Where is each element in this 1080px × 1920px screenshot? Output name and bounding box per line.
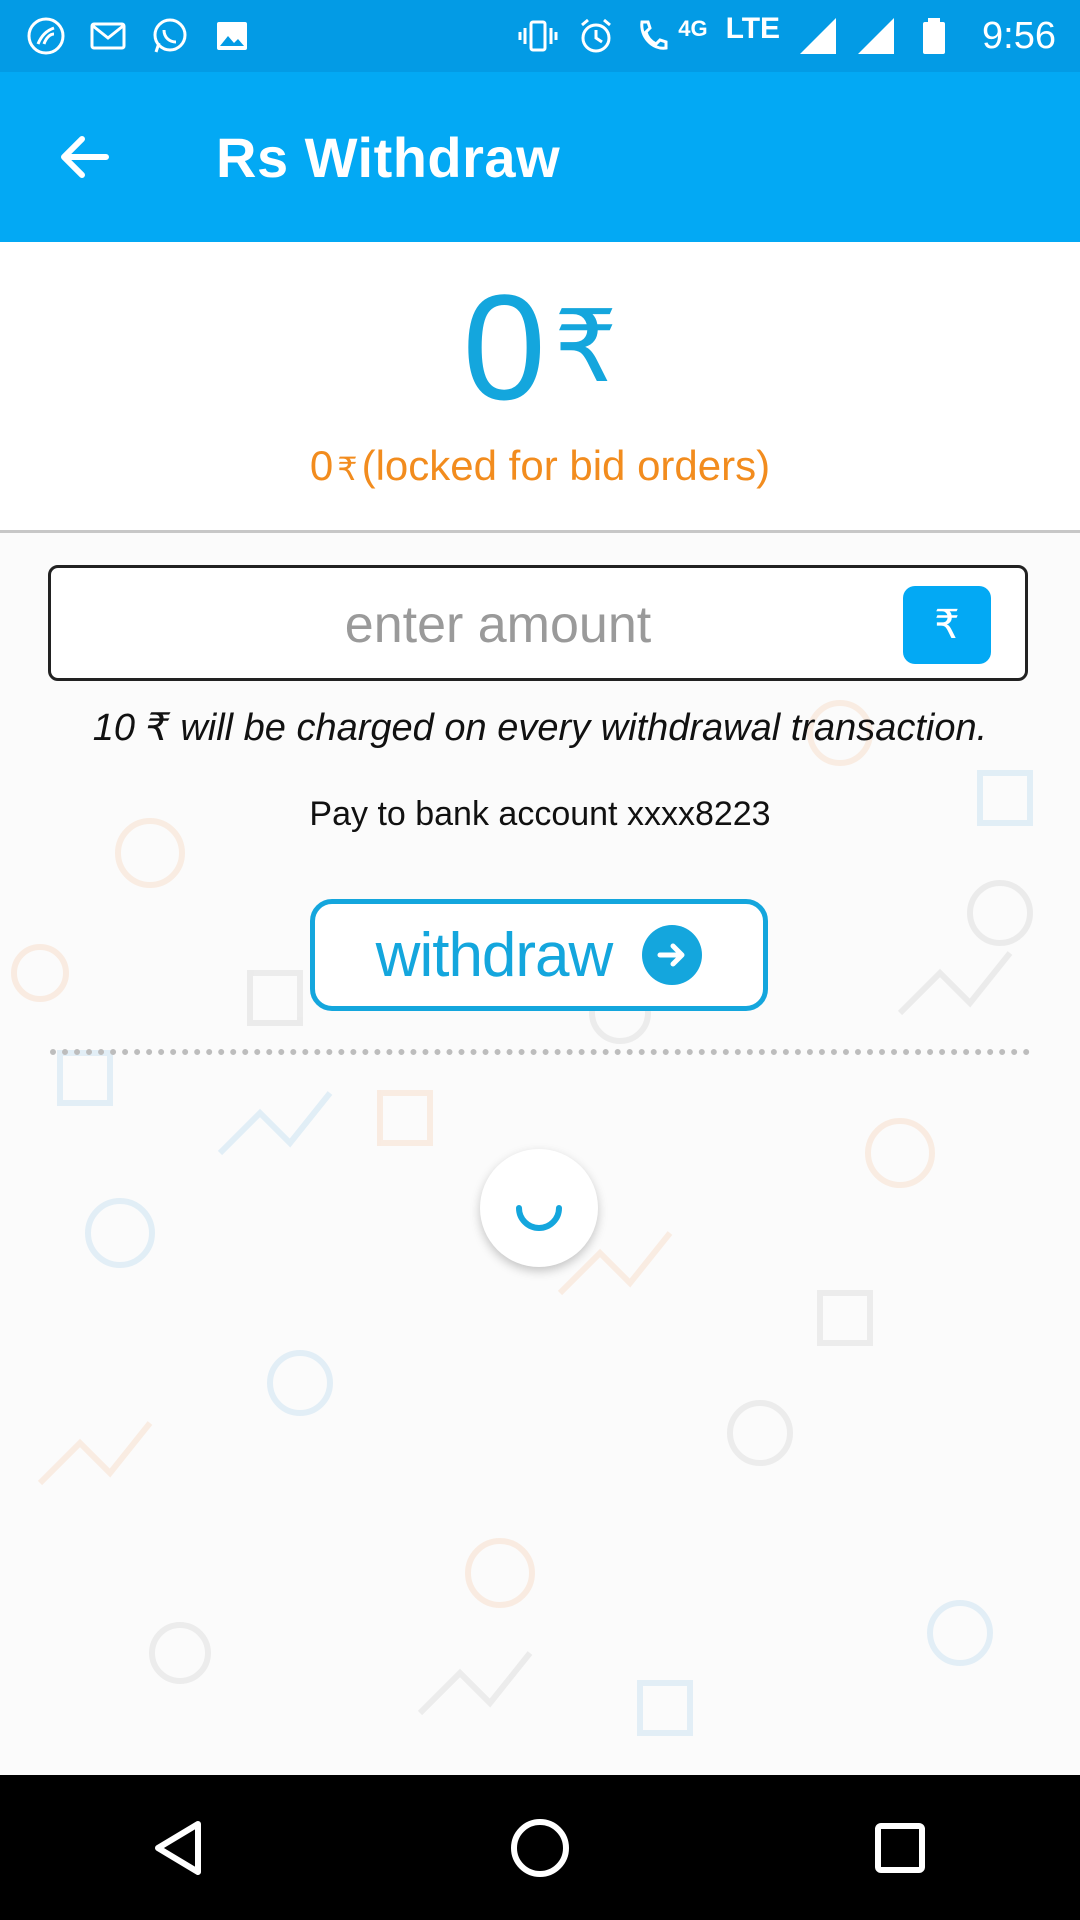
- bank-account-label: Pay to bank account xxxx8223: [309, 795, 771, 833]
- signal-icon: [798, 16, 838, 56]
- notification-icons: [26, 16, 252, 56]
- network-type-label: 4G: [678, 16, 708, 41]
- nav-home-icon: [511, 1818, 569, 1877]
- balance-header: 0₹ 0 ₹(locked for bid orders): [0, 242, 1080, 533]
- page-title: Rs Withdraw: [216, 125, 561, 189]
- status-bar: 4G LTE 9:56: [0, 0, 1080, 72]
- currency-button[interactable]: ₹: [903, 586, 991, 664]
- app-notification-icon: [26, 16, 66, 56]
- locked-balance: 0 ₹(locked for bid orders): [0, 442, 1080, 490]
- locked-amount: 0: [309, 442, 334, 489]
- whatsapp-icon: [150, 16, 190, 56]
- withdraw-button[interactable]: withdraw: [310, 899, 768, 1011]
- lte-label: LTE: [725, 12, 781, 45]
- nav-back-button[interactable]: [130, 1798, 230, 1898]
- arrow-back-icon: [61, 136, 109, 178]
- locked-currency-symbol: ₹: [337, 451, 358, 487]
- gmail-icon: [88, 16, 128, 56]
- loading-spinner: [480, 1149, 598, 1267]
- amount-input[interactable]: [71, 576, 925, 674]
- arrow-forward-icon: [642, 925, 703, 985]
- volte-call-icon: [634, 16, 674, 56]
- withdraw-form: ₹ 10 ₹ will be charged on every withdraw…: [0, 533, 1080, 1775]
- spinner-icon: [516, 1205, 562, 1231]
- back-button[interactable]: [44, 117, 124, 197]
- nav-back-icon: [155, 1820, 201, 1875]
- vibrate-icon: [518, 16, 558, 56]
- clock: 9:56: [982, 14, 1056, 57]
- system-icons: 4G LTE 9:56: [518, 12, 1056, 58]
- available-balance: 0₹: [0, 272, 1080, 422]
- locked-label: (locked for bid orders): [361, 442, 771, 489]
- signal-icon-2: [856, 16, 896, 56]
- balance-amount: 0: [462, 263, 546, 431]
- dotted-divider: [50, 1049, 1030, 1055]
- navigation-bar: [0, 1775, 1080, 1920]
- battery-icon: [914, 16, 954, 56]
- balance-currency-symbol: ₹: [553, 291, 618, 403]
- nav-recents-button[interactable]: [850, 1798, 950, 1898]
- nav-home-button[interactable]: [490, 1798, 590, 1898]
- fee-note: 10 ₹ will be charged on every withdrawal…: [92, 707, 988, 749]
- nav-recents-icon: [875, 1822, 925, 1873]
- alarm-icon: [576, 16, 616, 56]
- amount-field-container: ₹: [48, 565, 1028, 681]
- app-bar: Rs Withdraw: [0, 72, 1080, 242]
- withdraw-label: withdraw: [375, 920, 614, 990]
- gallery-icon: [212, 16, 252, 56]
